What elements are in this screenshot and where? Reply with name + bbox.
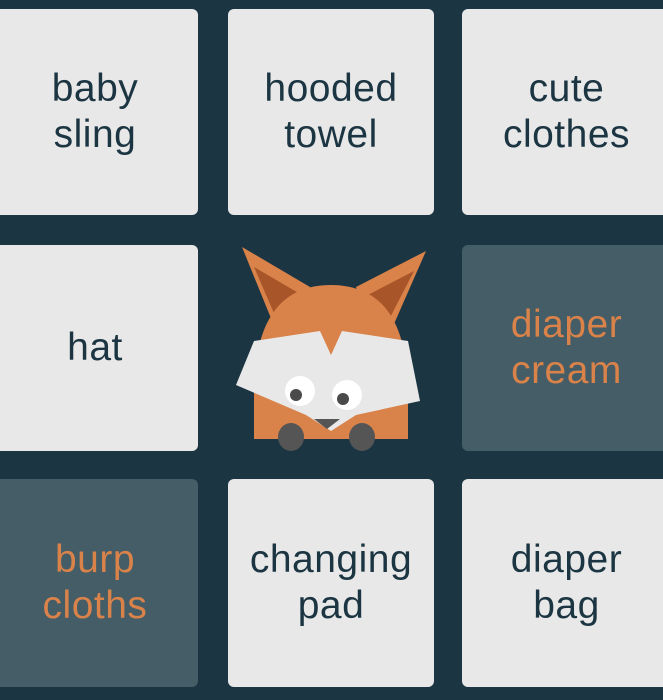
- tile-changing-pad[interactable]: changing pad: [228, 479, 434, 687]
- tile-label: burp cloths: [42, 538, 148, 627]
- tile-baby-sling[interactable]: baby sling: [0, 9, 198, 215]
- tile-label: diaper bag: [510, 538, 623, 627]
- fox-icon: [236, 247, 426, 451]
- tile-hat[interactable]: hat: [0, 245, 198, 451]
- free-space-fox: [228, 245, 434, 451]
- tile-label: hat: [67, 326, 123, 369]
- tile-diaper-cream[interactable]: diaper cream: [462, 245, 663, 451]
- tile-label: hooded towel: [264, 67, 398, 156]
- tile-label: cute clothes: [502, 67, 631, 156]
- tile-diaper-bag[interactable]: diaper bag: [462, 479, 663, 687]
- tile-burp-cloths[interactable]: burp cloths: [0, 479, 198, 687]
- tile-hooded-towel[interactable]: hooded towel: [228, 9, 434, 215]
- tile-label: changing pad: [249, 538, 413, 627]
- bingo-board: baby sling hooded towel cute clothes hat: [0, 0, 663, 700]
- tile-cute-clothes[interactable]: cute clothes: [462, 9, 663, 215]
- tile-label: baby sling: [51, 67, 139, 156]
- tile-label: diaper cream: [510, 303, 623, 392]
